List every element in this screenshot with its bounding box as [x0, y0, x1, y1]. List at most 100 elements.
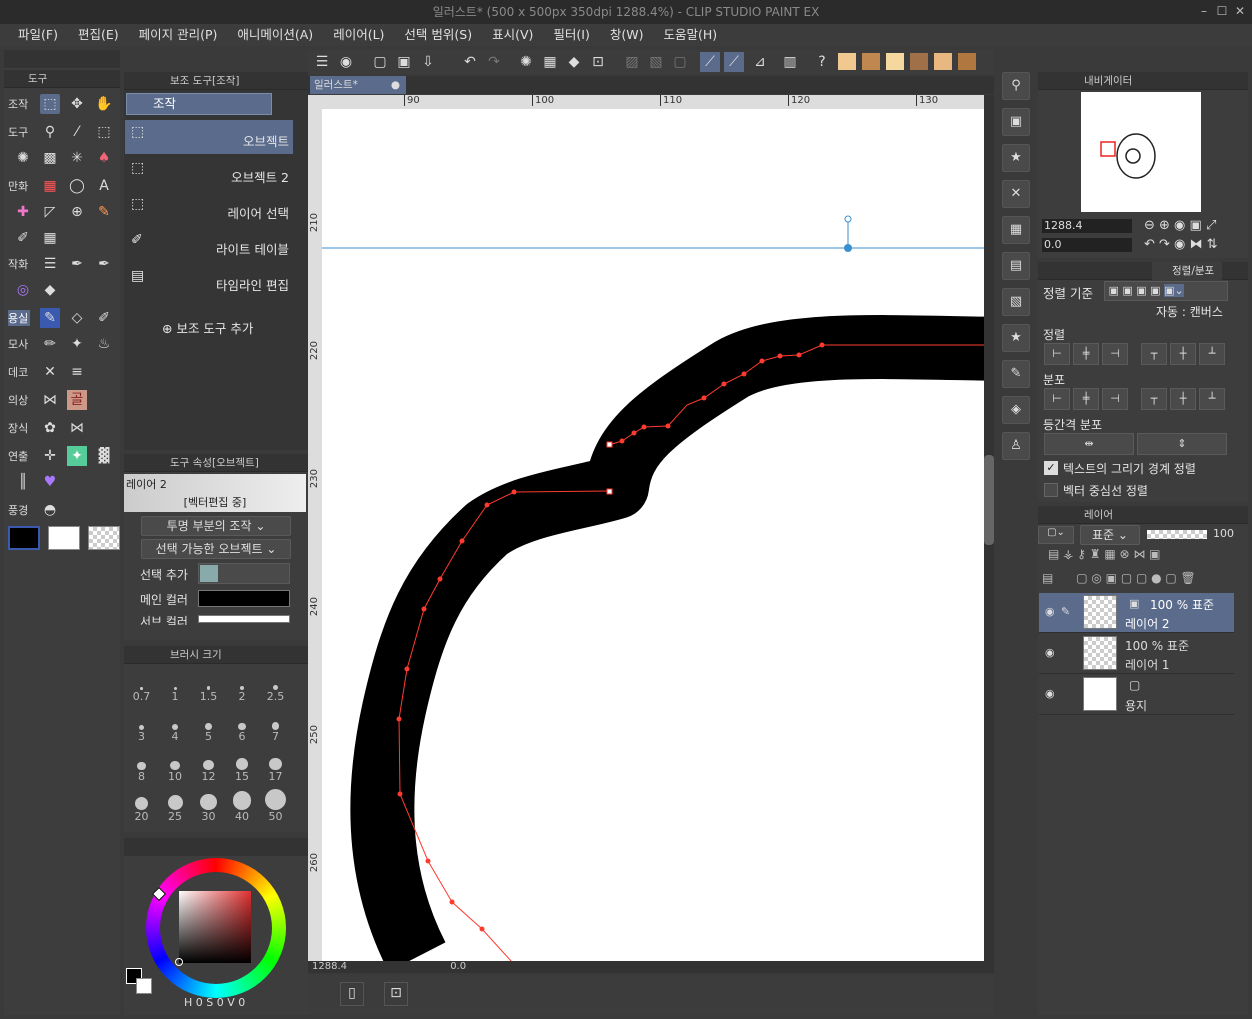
brush-size-item[interactable]: 15 [226, 746, 259, 786]
menu-icon[interactable]: ☰ [312, 52, 332, 72]
skin-swatch-2[interactable] [862, 53, 880, 70]
select-add-modes[interactable] [198, 563, 290, 584]
skin-swatch-4[interactable] [910, 53, 928, 70]
deselect-icon[interactable]: ▨ [622, 52, 642, 72]
open-icon[interactable]: ▣ [394, 52, 414, 72]
star-icon[interactable]: ★ [1002, 144, 1030, 172]
new-file-icon[interactable]: ▢ [370, 52, 390, 72]
skin-swatch-6[interactable] [958, 53, 976, 70]
subtool-item-light-table[interactable]: ✐ 라이트 테이블 [125, 228, 293, 263]
layer-action-icons[interactable]: ▤ ▢ ◎ ▣ ▢ ▢ ● ▢ 🗑 [1042, 571, 1196, 585]
brush-size-item[interactable]: 6 [226, 706, 259, 746]
brush-size-item[interactable]: 5 [192, 706, 225, 746]
image-icon[interactable]: ▧ [1002, 288, 1030, 316]
operation-tool-icon[interactable]: ⬚ [40, 94, 60, 114]
main-color-swatch[interactable] [8, 526, 40, 550]
help-icon[interactable]: ? [812, 52, 832, 72]
navigator-zoom-buttons[interactable]: ⊖ ⊕ ◉ ▣ ⤢ [1144, 218, 1216, 233]
timeline-icon-1[interactable]: ▯ [340, 982, 364, 1006]
invert-icon[interactable]: ▧ [646, 52, 666, 72]
snap-ruler-icon[interactable]: ⟋ [700, 52, 720, 72]
close-icon[interactable]: ✕ [1232, 3, 1248, 19]
x-box-icon[interactable]: ✕ [1002, 180, 1030, 208]
save-icon[interactable]: ⇩ [418, 52, 438, 72]
check-text-boundary[interactable]: ✓ [1044, 461, 1058, 475]
glitter-icon[interactable]: ▓ [94, 446, 114, 466]
timeline-icon-2[interactable]: ⊡ [384, 982, 408, 1006]
perspective-icon[interactable]: ⊕ [67, 202, 87, 222]
pen-icon[interactable]: ✒ [67, 254, 87, 274]
eye-icon[interactable]: ◉ [1045, 605, 1055, 618]
brush-size-item[interactable]: 50 [259, 786, 292, 826]
brush-size-item[interactable]: 20 [125, 786, 158, 826]
fill-cmd-icon[interactable]: ◆ [564, 52, 584, 72]
menu-selection[interactable]: 선택 범위(S) [394, 24, 482, 46]
minimize-icon[interactable]: – [1196, 3, 1212, 19]
layer-row-paper[interactable]: ◉ ▢ 용지 [1039, 675, 1234, 715]
deco-icon[interactable]: ✕ [40, 362, 60, 382]
blur-icon[interactable]: ✺ [13, 148, 33, 168]
brush-size-item[interactable]: 3 [125, 706, 158, 746]
navigator-rotate-buttons[interactable]: ↶ ↷ ◉ ⧓ ⇅ [1144, 237, 1218, 252]
align-middle-icon[interactable]: ┼ [1170, 343, 1196, 365]
distribute-left-icon[interactable]: ⊢ [1044, 388, 1070, 410]
menu-page[interactable]: 페이지 관리(P) [129, 24, 228, 46]
sparkle-effect-icon[interactable]: ✦ [67, 446, 87, 466]
3d-icon[interactable]: ◈ [1002, 396, 1030, 424]
menu-layer[interactable]: 레이어(L) [323, 24, 394, 46]
brush-size-item[interactable]: 17 [259, 746, 292, 786]
balloon-icon[interactable]: ◯ [67, 176, 87, 196]
canvas-zoom[interactable]: 1288.4 [308, 961, 347, 972]
search-icon[interactable]: ⚲ [1002, 72, 1030, 100]
transparent-op-select[interactable]: 투명 부분의 조작 ⌄ [141, 516, 291, 536]
blend-mode-select[interactable]: 표준 ⌄ [1080, 525, 1140, 545]
pen-box-icon[interactable]: ✎ [94, 202, 114, 222]
selection-icon[interactable]: ⬚ [94, 122, 114, 142]
equal-horizontal-icon[interactable]: ⇹ [1044, 433, 1134, 455]
sv-marker[interactable] [175, 958, 183, 966]
align-center-icon[interactable]: ╪ [1073, 343, 1099, 365]
brush-size-item[interactable]: 4 [159, 706, 192, 746]
navigator-rotate[interactable]: 0.0 [1042, 238, 1132, 252]
mode-new-icon[interactable] [200, 565, 218, 582]
sparkle-icon[interactable]: ✳ [67, 148, 87, 168]
color-sub-chip[interactable] [136, 978, 152, 994]
clip-icon[interactable]: ◉ [336, 52, 356, 72]
brush-size-item[interactable]: 12 [192, 746, 225, 786]
snap-grid-icon[interactable]: ⊿ [750, 52, 770, 72]
skin-swatch-3[interactable] [886, 53, 904, 70]
layer-color-select[interactable]: ▢⌄ [1038, 526, 1074, 544]
pencil-icon[interactable]: ✏ [40, 334, 60, 354]
gradient-icon[interactable]: ▩ [40, 148, 60, 168]
lines-icon[interactable]: ≡ [67, 362, 87, 382]
distribute-middle-icon[interactable]: ┼ [1170, 388, 1196, 410]
brush-size-item[interactable]: 2.5 [259, 666, 292, 706]
subtool-item-layer-select[interactable]: ⬚ 레이어 선택 [125, 192, 293, 227]
distribute-bottom-icon[interactable]: ┴ [1199, 388, 1225, 410]
layer-lock-icons[interactable]: ▤ ⚶ ⚷ ♜ ▦ ⊗ ⋈ ▣ [1048, 547, 1161, 561]
vector-icon[interactable]: ✐ [94, 308, 114, 328]
select-all-icon[interactable]: ▢ [670, 52, 690, 72]
brush-size-item[interactable]: 1 [159, 666, 192, 706]
brush-size-item[interactable]: 40 [226, 786, 259, 826]
fill-icon[interactable]: ◆ [40, 280, 60, 300]
menu-window[interactable]: 창(W) [600, 24, 654, 46]
brush-size-item[interactable]: 25 [159, 786, 192, 826]
canvas-rotate[interactable]: 0.0 [350, 961, 466, 972]
spiral-icon[interactable]: ◎ [13, 280, 33, 300]
transform-icon[interactable]: ⊡ [588, 52, 608, 72]
pattern-icon[interactable]: 골 [67, 390, 87, 410]
transparent-swatch[interactable] [88, 526, 120, 550]
edit-box-icon[interactable]: ✎ [1002, 360, 1030, 388]
navigator-zoom[interactable]: 1288.4 [1042, 219, 1132, 233]
figure-icon[interactable]: ♙ [1002, 432, 1030, 460]
canvas-tab[interactable]: 일러스트* ● [310, 76, 406, 94]
doc-icon[interactable]: ▤ [1002, 252, 1030, 280]
heart-icon[interactable]: ♥ [40, 472, 60, 492]
subtool-item-object[interactable]: ⬚ 오브젝트 [125, 120, 293, 155]
star-box-icon[interactable]: ★ [1002, 324, 1030, 352]
distribute-center-icon[interactable]: ╪ [1073, 388, 1099, 410]
distribute-top-icon[interactable]: ┬ [1141, 388, 1167, 410]
cake-icon[interactable]: ♠ [94, 148, 114, 168]
eraser-icon[interactable]: ◇ [67, 308, 87, 328]
